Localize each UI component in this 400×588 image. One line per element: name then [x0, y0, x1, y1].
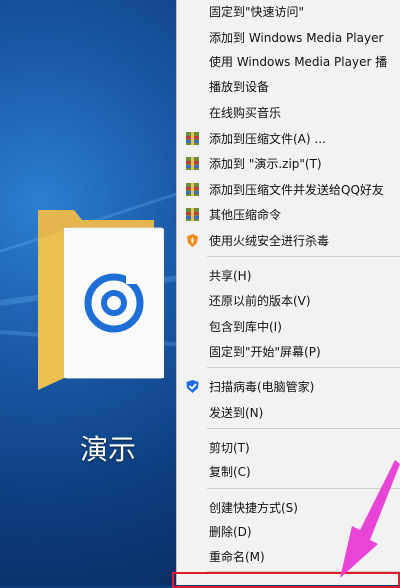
menu-item-label: 发送到(N): [209, 406, 264, 420]
archive-icon: [186, 157, 199, 170]
menu-separator: [207, 428, 400, 429]
menu-item-label: 使用 Windows Media Player 播: [209, 55, 388, 69]
menu-item-share[interactable]: 共享(H): [177, 264, 400, 287]
menu-item-send-to[interactable]: 发送到(N): [177, 401, 400, 424]
menu-item-pin-quick-access[interactable]: 固定到"快速访问": [177, 0, 400, 23]
menu-item-label: 剪切(T): [209, 441, 250, 455]
menu-item-cut[interactable]: 剪切(T): [177, 436, 400, 459]
menu-item-label: 添加到压缩文件(A) ...: [209, 132, 326, 146]
menu-item-huorong-scan[interactable]: 使用火绒安全进行杀毒: [177, 229, 400, 252]
menu-item-pc-manager-scan[interactable]: 扫描病毒(电脑管家): [177, 375, 400, 398]
folder-icon[interactable]: [34, 200, 164, 400]
archive-icon: [186, 183, 199, 196]
menu-item-other-compress[interactable]: 其他压缩命令: [177, 203, 400, 226]
menu-item-label: 复制(C): [209, 465, 251, 479]
archive-icon: [186, 132, 199, 145]
menu-item-cast-to-device[interactable]: 播放到设备: [177, 75, 400, 98]
menu-item-label: 播放到设备: [209, 80, 270, 94]
menu-item-add-to-wmp[interactable]: 添加到 Windows Media Player: [177, 26, 400, 49]
menu-item-add-to-zip[interactable]: 添加到 "演示.zip"(T): [177, 152, 400, 175]
menu-item-label: 在线购买音乐: [209, 106, 282, 120]
menu-item-pin-start[interactable]: 固定到"开始"屏幕(P): [177, 340, 400, 363]
archive-icon: [186, 208, 199, 221]
menu-item-label: 固定到"开始"屏幕(P): [209, 345, 321, 359]
menu-item-label: 包含到库中(I): [209, 320, 282, 334]
menu-item-label: 添加到 "演示.zip"(T): [209, 157, 322, 171]
pointer-arrow-icon: [340, 460, 400, 578]
menu-item-label: 创建快捷方式(S): [209, 501, 298, 515]
menu-separator: [207, 256, 400, 257]
menu-item-buy-music[interactable]: 在线购买音乐: [177, 101, 400, 124]
menu-item-label: 添加到 Windows Media Player: [209, 31, 384, 45]
menu-item-archive-send-qq[interactable]: 添加到压缩文件并发送给QQ好友: [177, 178, 400, 201]
menu-item-include-library[interactable]: 包含到库中(I): [177, 315, 400, 338]
menu-item-label: 共享(H): [209, 269, 252, 283]
menu-separator: [207, 367, 400, 368]
menu-item-label: 删除(D): [209, 525, 252, 539]
menu-item-label: 还原以前的版本(V): [209, 294, 311, 308]
menu-item-label: 添加到压缩文件并发送给QQ好友: [209, 183, 384, 197]
huorong-shield-icon: [187, 234, 198, 247]
menu-item-label: 其他压缩命令: [209, 208, 282, 222]
menu-item-play-wmp[interactable]: 使用 Windows Media Player 播: [177, 50, 400, 73]
menu-item-label: 扫描病毒(电脑管家): [209, 380, 315, 394]
tencent-pc-manager-icon: [186, 380, 199, 393]
menu-item-label: 使用火绒安全进行杀毒: [209, 234, 330, 248]
folder-label[interactable]: 演示: [80, 428, 136, 468]
menu-item-label: 重命名(M): [209, 550, 265, 564]
menu-item-add-to-archive[interactable]: 添加到压缩文件(A) ...: [177, 127, 400, 150]
menu-item-restore-versions[interactable]: 还原以前的版本(V): [177, 289, 400, 312]
menu-item-label: 固定到"快速访问": [209, 5, 305, 19]
